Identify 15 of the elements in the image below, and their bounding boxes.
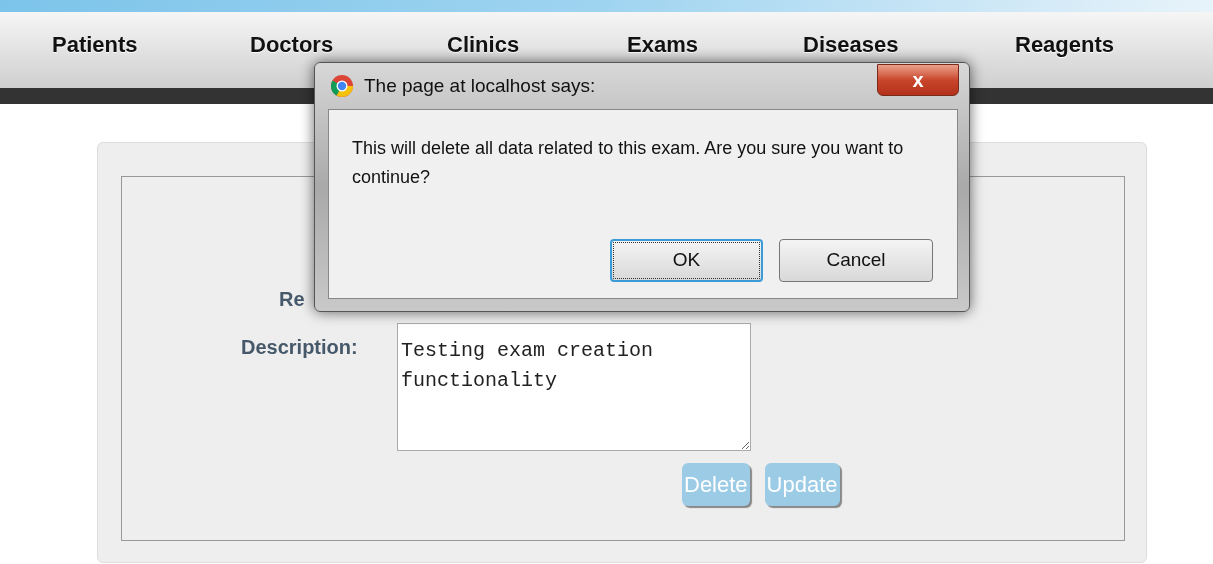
nav-link[interactable]: Exams: [627, 28, 803, 61]
dialog-message: This will delete all data related to this exam. Are you sure you want to continue?: [352, 137, 905, 189]
description-field[interactable]: Testing exam creation functionality: [397, 323, 751, 451]
dialog-button[interactable]: OK: [610, 239, 763, 282]
field-label: Re: [279, 287, 305, 312]
nav-link[interactable]: Diseases: [803, 28, 1015, 61]
browser-icon: [330, 74, 354, 98]
dialog-button[interactable]: Cancel: [779, 239, 933, 282]
field-label: Description:: [241, 335, 358, 360]
dialog-title: The page at localhost says:: [364, 73, 596, 98]
nav-link[interactable]: Reagents: [1015, 28, 1175, 61]
nav-link[interactable]: Patients: [52, 28, 250, 61]
close-button[interactable]: x: [877, 64, 959, 96]
nav-link[interactable]: Clinics: [447, 28, 627, 61]
nav-link[interactable]: Doctors: [250, 28, 447, 61]
